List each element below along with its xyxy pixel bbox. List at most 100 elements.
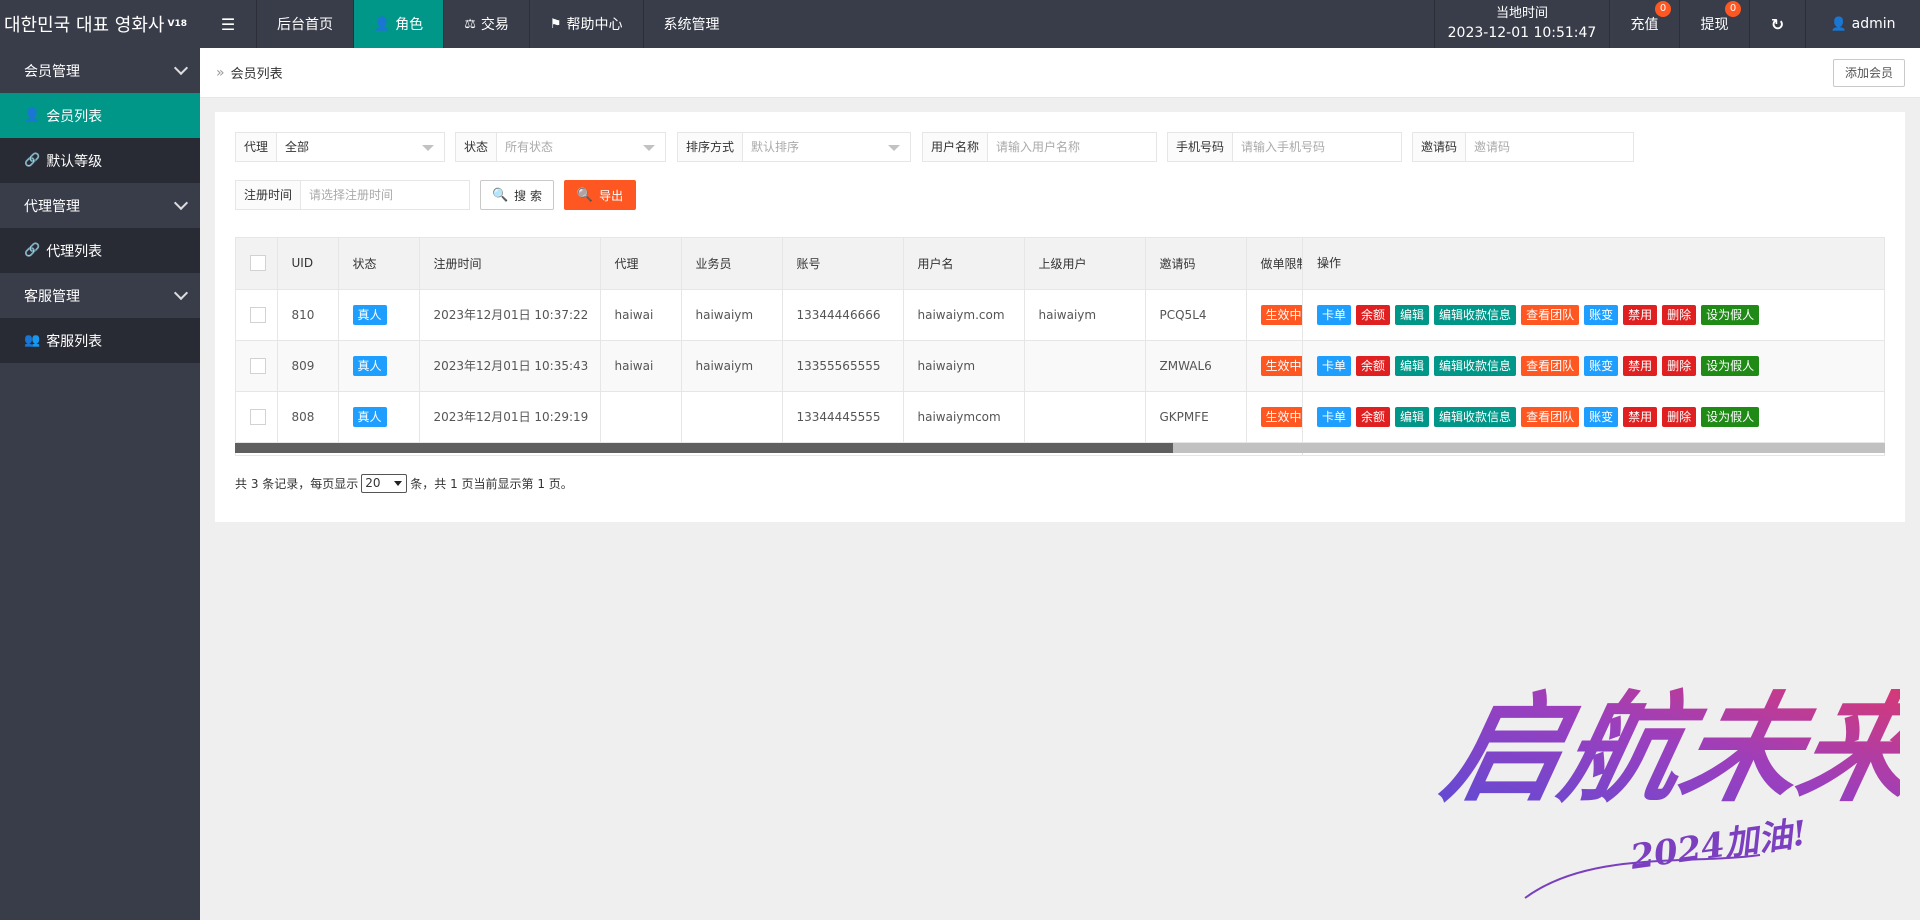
set-fake-button[interactable]: 设为假人: [1701, 356, 1760, 376]
export-button-label: 导出: [599, 188, 624, 203]
cell-parent: [1024, 391, 1146, 443]
sidebar-item-label: 会员列表: [46, 108, 103, 125]
sort-label: 排序方式: [678, 133, 744, 161]
sort-select[interactable]: 排序方式 默认排序: [677, 132, 911, 162]
table-row: 808 真人 2023年12月01日 10:29:19 13344445555 …: [236, 391, 1310, 443]
sidebar-item-service-list[interactable]: 👥 客服列表: [0, 318, 200, 363]
delete-button[interactable]: 删除: [1662, 407, 1697, 427]
sidebar-group-service[interactable]: 客服管理: [0, 273, 200, 318]
view-team-button[interactable]: 查看团队: [1521, 407, 1580, 427]
invite-field[interactable]: 邀请码 邀请码: [1412, 132, 1634, 162]
sidebar-item-default-level[interactable]: 🔗 默认等级: [0, 138, 200, 183]
phone-field[interactable]: 手机号码 请输入手机号码: [1167, 132, 1402, 162]
col-limit[interactable]: 做单限制: [1246, 238, 1310, 290]
select-all-cell: [236, 238, 278, 290]
actions-row: 卡单 余额 编辑 编辑收款信息 查看团队 账变 禁用 删除 设为假人: [1303, 290, 1884, 341]
col-parent[interactable]: 上级用户: [1024, 238, 1146, 290]
actions-column: 操作 卡单 余额 编辑 编辑收款信息 查看团队 账变 禁用 删除 设为假人 卡单 余额 编辑 编辑收款…: [1302, 238, 1884, 455]
account-change-button[interactable]: 账变: [1584, 356, 1619, 376]
row-checkbox[interactable]: [250, 357, 266, 374]
sidebar-item-member-list[interactable]: 👤 会员列表: [0, 93, 200, 138]
cell-status: 真人: [338, 340, 420, 392]
set-fake-button[interactable]: 设为假人: [1701, 305, 1760, 325]
card-order-button[interactable]: 卡单: [1317, 305, 1352, 325]
phone-input[interactable]: 请输入手机号码: [1233, 133, 1401, 161]
export-button[interactable]: 🔍 导出: [564, 180, 636, 210]
balance-button[interactable]: 余额: [1356, 407, 1391, 427]
regtime-input[interactable]: 请选择注册时间: [301, 181, 469, 209]
top-nav: 后台首页 👤 角色 ⚖ 交易 ⚑ 帮助中心 系统管理: [256, 0, 740, 48]
row-checkbox[interactable]: [250, 408, 266, 425]
nav-system[interactable]: 系统管理: [642, 0, 740, 48]
withdraw-button[interactable]: 提现 0: [1679, 0, 1749, 48]
status-select[interactable]: 状态 所有状态: [455, 132, 666, 162]
col-status[interactable]: 状态: [338, 238, 420, 290]
edit-payment-button[interactable]: 编辑收款信息: [1434, 305, 1517, 325]
row-checkbox[interactable]: [250, 306, 266, 323]
edit-payment-button[interactable]: 编辑收款信息: [1434, 356, 1517, 376]
sidebar-toggle-button[interactable]: ☰: [200, 0, 256, 48]
username-input[interactable]: 请输入用户名称: [988, 133, 1156, 161]
sidebar-group-agent[interactable]: 代理管理: [0, 183, 200, 228]
nav-role[interactable]: 👤 角色: [353, 0, 444, 48]
agent-select[interactable]: 代理 全部: [235, 132, 445, 162]
delete-button[interactable]: 删除: [1662, 305, 1697, 325]
search-button[interactable]: 🔍 搜 索: [480, 180, 554, 210]
table-horizontal-scrollbar[interactable]: [235, 443, 1885, 453]
cell-uid: 809: [277, 340, 339, 392]
nav-home[interactable]: 后台首页: [256, 0, 353, 48]
balance-button[interactable]: 余额: [1356, 305, 1391, 325]
account-change-button[interactable]: 账变: [1584, 305, 1619, 325]
invite-label: 邀请码: [1413, 133, 1467, 161]
account-change-button[interactable]: 账变: [1584, 407, 1619, 427]
cell-salesman: haiwaiym: [681, 340, 783, 392]
caret-down-icon: [643, 145, 655, 151]
disable-button[interactable]: 禁用: [1623, 305, 1658, 325]
invite-input[interactable]: 邀请码: [1466, 133, 1633, 161]
edit-button[interactable]: 编辑: [1395, 305, 1430, 325]
refresh-button[interactable]: ↻: [1749, 0, 1805, 48]
view-team-button[interactable]: 查看团队: [1521, 356, 1580, 376]
nav-help[interactable]: ⚑ 帮助中心: [528, 0, 643, 48]
page-size-select[interactable]: 20: [361, 474, 408, 493]
user-icon: 👤: [1830, 16, 1847, 32]
col-salesman[interactable]: 业务员: [681, 238, 783, 290]
watermark-logo: 启航未来 2024加油!: [1432, 680, 1900, 899]
disable-button[interactable]: 禁用: [1623, 407, 1658, 427]
row-select-cell: [236, 340, 278, 392]
col-agent[interactable]: 代理: [600, 238, 682, 290]
edit-button[interactable]: 编辑: [1395, 356, 1430, 376]
delete-button[interactable]: 删除: [1662, 356, 1697, 376]
username-label: 用户名称: [923, 133, 989, 161]
edit-payment-button[interactable]: 编辑收款信息: [1434, 407, 1517, 427]
sidebar-item-agent-list[interactable]: 🔗 代理列表: [0, 228, 200, 273]
disable-button[interactable]: 禁用: [1623, 356, 1658, 376]
col-invite[interactable]: 邀请码: [1145, 238, 1247, 290]
col-uid[interactable]: UID: [277, 238, 339, 290]
card-order-button[interactable]: 卡单: [1317, 407, 1352, 427]
nav-system-label: 系统管理: [663, 17, 720, 33]
view-team-button[interactable]: 查看团队: [1521, 305, 1580, 325]
edit-button[interactable]: 编辑: [1395, 407, 1430, 427]
refresh-icon: ↻: [1770, 14, 1785, 34]
balance-button[interactable]: 余额: [1356, 356, 1391, 376]
select-all-checkbox[interactable]: [250, 255, 266, 272]
username-field[interactable]: 用户名称 请输入用户名称: [922, 132, 1157, 162]
col-account[interactable]: 账号: [782, 238, 904, 290]
sidebar: 会员管理 👤 会员列表 🔗 默认等级 代理管理 🔗 代理列表 客服管理 👥 客服列表: [0, 48, 200, 920]
card-order-button[interactable]: 卡单: [1317, 356, 1352, 376]
set-fake-button[interactable]: 设为假人: [1701, 407, 1760, 427]
cell-agent: [600, 391, 682, 443]
add-member-button[interactable]: 添加会员: [1832, 59, 1905, 87]
sidebar-group-member[interactable]: 会员管理: [0, 48, 200, 93]
scrollbar-thumb[interactable]: [235, 443, 1173, 453]
agent-label: 代理: [236, 133, 278, 161]
col-regtime[interactable]: 注册时间: [419, 238, 601, 290]
sidebar-item-label: 默认等级: [46, 153, 103, 170]
user-menu[interactable]: 👤 admin: [1805, 0, 1920, 48]
recharge-button[interactable]: 充值 0: [1609, 0, 1679, 48]
col-username[interactable]: 用户名: [903, 238, 1025, 290]
cell-username: haiwaiymcom: [903, 391, 1025, 443]
regtime-field[interactable]: 注册时间 请选择注册时间: [235, 180, 470, 210]
nav-trade[interactable]: ⚖ 交易: [443, 0, 529, 48]
